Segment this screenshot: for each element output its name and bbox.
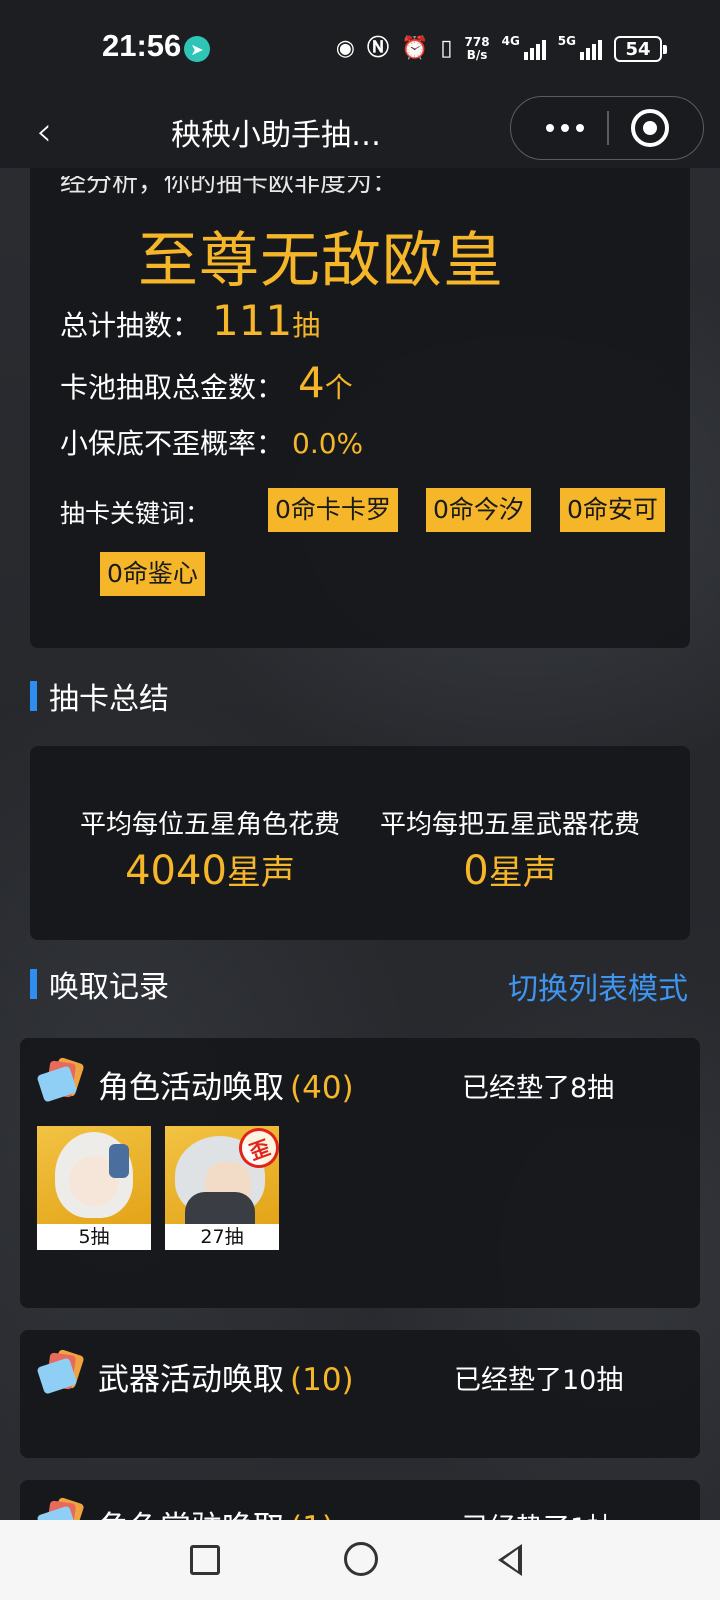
no-lose-rate-value: 0.0% [292, 427, 364, 460]
summary-section-header: 抽卡总结 [30, 676, 169, 717]
keyword-tag: 0命卡卡罗 [268, 488, 398, 532]
keyword-tag: 0命鉴心 [100, 552, 205, 596]
pool-count: (10) [290, 1362, 354, 1398]
section-accent-bar [30, 969, 37, 999]
close-button[interactable] [631, 109, 669, 147]
network-5g-label: 5G [557, 34, 576, 48]
pool-title: 武器活动唤取 (10) [98, 1354, 354, 1399]
no-lose-rate-label: 小保底不歪概率： [60, 427, 285, 460]
summary-card: 平均每位五星角色花费 4040星声 平均每把五星武器花费 0星声 [30, 746, 690, 940]
summary-section-title: 抽卡总结 [49, 682, 169, 717]
pool-title: 角色活动唤取 (40) [98, 1062, 354, 1107]
character-portrait [37, 1126, 151, 1224]
gold-count-unit: 个 [324, 371, 353, 404]
cards-icon [36, 1348, 85, 1395]
nav-bar: ‹ 秧秧小助手抽… [0, 96, 720, 168]
five-star-character-card[interactable]: 5抽 [37, 1126, 151, 1250]
portrait-coat [185, 1192, 255, 1224]
net-speed: 778 B/s [465, 36, 490, 62]
signal-icon [580, 38, 602, 60]
five-star-character-card[interactable]: 歪 27抽 [165, 1126, 279, 1250]
app-compass-icon: ➤ [184, 36, 210, 62]
no-lose-rate-row: 小保底不歪概率： 0.0% [60, 422, 363, 462]
more-dots-icon [546, 123, 554, 132]
avg-char-value-row: 4040星声 [70, 845, 350, 894]
avg-weapon-cost: 平均每把五星武器花费 0星声 [370, 804, 650, 894]
switch-list-mode-link[interactable]: 切换列表模式 [508, 964, 688, 1008]
nfc-icon: Ⓝ [367, 36, 390, 61]
gold-count-label: 卡池抽取总金数： [60, 371, 285, 404]
avg-weapon-label: 平均每把五星武器花费 [379, 810, 640, 840]
pool-title-text: 武器活动唤取 [98, 1362, 284, 1398]
luck-verdict: 至尊无敌欧皇 [138, 226, 504, 296]
recent-apps-icon[interactable] [190, 1545, 220, 1575]
portrait-ribbon [109, 1144, 129, 1178]
system-navigation-bar [0, 1520, 720, 1600]
analysis-label: 经分析，你的抽卡欧非度为： [60, 168, 399, 198]
avg-char-cost: 平均每位五星角色花费 4040星声 [70, 804, 350, 894]
gold-count-row: 卡池抽取总金数： 4 个 [60, 358, 353, 407]
status-time: 21:56 [102, 28, 182, 63]
more-button[interactable] [527, 97, 603, 158]
pool-card-character-event[interactable]: 角色活动唤取 (40) 已经垫了8抽 5抽 歪 27抽 [20, 1038, 700, 1308]
pool-pity: 已经垫了10抽 [454, 1365, 624, 1396]
alarm-icon: ⏰ [401, 36, 429, 61]
character-pull-count: 5抽 [37, 1224, 151, 1250]
records-section-header: 唤取记录 [30, 964, 169, 1005]
status-icons: ◉ Ⓝ ⏰ ▯ 778 B/s 4G 5G 54 [335, 32, 667, 66]
section-accent-bar [30, 681, 37, 711]
keywords-label: 抽卡关键词： [60, 499, 211, 528]
character-pull-count: 27抽 [165, 1224, 279, 1250]
status-bar: 21:56 ➤ ◉ Ⓝ ⏰ ▯ 778 B/s 4G 5G 54 [0, 0, 720, 96]
net-speed-unit: B/s [466, 48, 488, 62]
total-pulls-row: 总计抽数： 111 抽 [60, 296, 320, 345]
capsule-divider [607, 111, 609, 145]
home-icon[interactable] [344, 1542, 378, 1576]
more-dot [576, 123, 584, 132]
records-section-title: 唤取记录 [49, 970, 169, 1005]
avg-weapon-value: 0 [463, 848, 489, 894]
battery-level: 54 [625, 38, 651, 60]
avg-weapon-unit: 星声 [488, 853, 557, 893]
analysis-card: 经分析，你的抽卡欧非度为： 至尊无敌欧皇 总计抽数： 111 抽 卡池抽取总金数… [30, 168, 690, 648]
network-4g-label: 4G [501, 34, 520, 48]
avg-char-label: 平均每位五星角色花费 [79, 810, 340, 840]
back-icon[interactable] [498, 1544, 522, 1576]
keyword-tag: 0命安可 [560, 488, 665, 532]
gold-count-value: 4 [298, 358, 325, 407]
total-pulls-label: 总计抽数： [60, 309, 201, 342]
cards-icon [36, 1056, 85, 1103]
avg-weapon-value-row: 0星声 [370, 845, 650, 894]
keyword-tag: 0命今汐 [426, 488, 531, 532]
more-dot [561, 123, 569, 132]
vibrate-icon: ▯ [440, 36, 453, 61]
total-pulls-value: 111 [212, 296, 293, 345]
pool-count: (40) [290, 1070, 354, 1106]
pool-title-text: 角色活动唤取 [98, 1070, 284, 1106]
signal-icon [523, 38, 546, 60]
avg-char-value: 4040 [125, 848, 227, 894]
target-close-icon [643, 121, 657, 135]
avg-char-unit: 星声 [226, 853, 295, 893]
mini-program-capsule [510, 96, 704, 160]
pool-card-weapon-event[interactable]: 武器活动唤取 (10) 已经垫了10抽 [20, 1330, 700, 1458]
battery-icon: 54 [614, 36, 667, 62]
total-pulls-unit: 抽 [292, 309, 321, 342]
eye-icon: ◉ [335, 36, 355, 61]
pool-pity: 已经垫了8抽 [462, 1073, 615, 1104]
